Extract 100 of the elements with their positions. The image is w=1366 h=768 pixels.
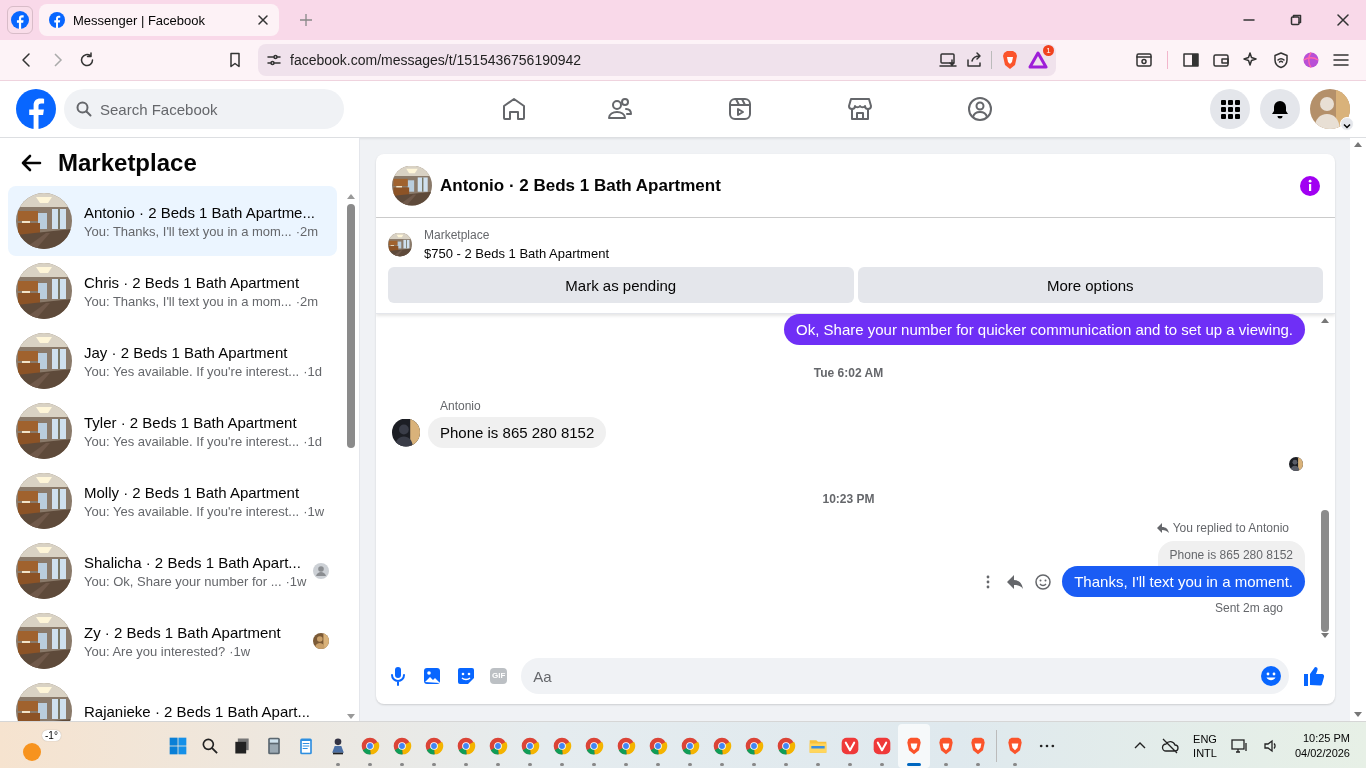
sender-name: Antonio bbox=[440, 399, 482, 413]
windows-icon[interactable] bbox=[168, 735, 188, 756]
chrome-icon[interactable] bbox=[456, 735, 476, 756]
video-icon[interactable] bbox=[726, 95, 754, 123]
sidebar-icon[interactable] bbox=[1182, 51, 1200, 69]
lion-shield-icon[interactable] bbox=[904, 735, 924, 756]
message-time: ·2m bbox=[295, 293, 319, 309]
cloud-off-icon[interactable] bbox=[1161, 736, 1180, 755]
message-field[interactable]: Aa bbox=[521, 658, 1289, 694]
url-text[interactable]: facebook.com/messages/t/1515436756190942 bbox=[290, 52, 931, 68]
message-time: ·2m bbox=[295, 223, 319, 239]
lion-shield-icon[interactable] bbox=[1005, 735, 1025, 756]
running-indicator bbox=[592, 762, 596, 766]
reader-icon[interactable] bbox=[1135, 51, 1153, 69]
chrome-icon[interactable] bbox=[648, 735, 668, 756]
shield-icon[interactable] bbox=[1272, 51, 1290, 69]
conversation-name: Jay · 2 Beds 1 Bath Apartment bbox=[84, 343, 289, 361]
facebook-logo-icon[interactable] bbox=[49, 12, 65, 28]
chrome-icon[interactable] bbox=[424, 735, 444, 756]
chrome-icon[interactable] bbox=[520, 735, 540, 756]
chrome-icon[interactable] bbox=[360, 735, 380, 756]
scroll-down-icon[interactable] bbox=[1353, 711, 1363, 719]
scrollbar-thumb[interactable] bbox=[347, 204, 355, 448]
smiley-icon[interactable] bbox=[1034, 572, 1053, 591]
running-indicator bbox=[1013, 762, 1017, 766]
scrollbar[interactable] bbox=[1350, 138, 1366, 721]
sticker-icon[interactable] bbox=[456, 666, 476, 686]
message-preview: You: Yes available. If you're interest... bbox=[84, 503, 300, 519]
timestamp: Tue 6:02 AM bbox=[813, 366, 884, 380]
conversation-item[interactable]: Zy · 2 Beds 1 Bath Apartment You: Are you interested? ·1w bbox=[8, 606, 337, 676]
home-icon[interactable] bbox=[500, 95, 528, 123]
vivaldi-icon[interactable] bbox=[872, 735, 892, 756]
apps-button[interactable] bbox=[1210, 89, 1250, 129]
menu-icon[interactable] bbox=[1332, 51, 1350, 69]
chrome-icon[interactable] bbox=[552, 735, 572, 756]
chrome-icon[interactable] bbox=[776, 735, 796, 756]
triangle-icon[interactable] bbox=[1028, 50, 1048, 70]
chrome-icon[interactable] bbox=[488, 735, 508, 756]
notifications-button[interactable] bbox=[1260, 89, 1300, 129]
running-indicator bbox=[656, 762, 660, 766]
network-icon[interactable] bbox=[1230, 736, 1249, 755]
reload-icon[interactable] bbox=[78, 51, 96, 69]
chrome-icon[interactable] bbox=[392, 735, 412, 756]
new-tab-icon[interactable] bbox=[299, 13, 313, 27]
running-indicator bbox=[848, 762, 852, 766]
scroll-up-icon[interactable] bbox=[346, 192, 356, 200]
lion-shield-icon[interactable] bbox=[1000, 50, 1020, 70]
conversation-item[interactable]: Shalicha · 2 Beds 1 Bath Apart... You: Ok, Share your number for ... ·1w bbox=[8, 536, 337, 606]
conversation-item[interactable]: Molly · 2 Beds 1 Bath Apartment You: Yes available. If you're interest... ·1w bbox=[8, 466, 337, 536]
lion-shield-icon[interactable] bbox=[936, 735, 956, 756]
install-icon[interactable] bbox=[939, 51, 957, 69]
running-indicator bbox=[560, 762, 564, 766]
back-arrow-icon[interactable] bbox=[20, 152, 42, 174]
language-indicator[interactable]: INTL bbox=[1193, 746, 1217, 759]
pinned-tab[interactable] bbox=[7, 6, 33, 34]
clock-time[interactable]: 10:25 PM bbox=[1302, 732, 1350, 744]
scroll-up-icon[interactable] bbox=[1320, 316, 1330, 324]
reply-note: You replied to Antonio bbox=[1172, 521, 1289, 535]
photo-icon[interactable] bbox=[422, 666, 442, 686]
info-icon[interactable] bbox=[1299, 174, 1321, 197]
scroll-up-icon[interactable] bbox=[1353, 140, 1363, 148]
wallet-icon[interactable] bbox=[1212, 51, 1230, 69]
vivaldi-icon[interactable] bbox=[840, 735, 860, 756]
account-menu-button[interactable] bbox=[1340, 117, 1354, 131]
scrollbar-thumb[interactable] bbox=[1321, 510, 1329, 632]
search-field[interactable]: Search Facebook bbox=[64, 89, 344, 129]
share-icon[interactable] bbox=[965, 51, 983, 69]
close-icon[interactable] bbox=[257, 14, 269, 26]
language-indicator[interactable]: ENG bbox=[1193, 732, 1217, 745]
emoji-icon[interactable] bbox=[1261, 666, 1281, 686]
message-preview: You: Are you interested? bbox=[84, 643, 226, 659]
lion-shield-icon[interactable] bbox=[968, 735, 988, 756]
facebook-logo-icon[interactable] bbox=[16, 89, 56, 129]
globe-icon[interactable] bbox=[1302, 51, 1320, 69]
browser-tab[interactable]: Messenger | Facebook bbox=[39, 4, 279, 36]
listing-button[interactable]: Mark as pending bbox=[388, 267, 854, 303]
message-bubble: Ok, Share your number for quicker communication and to set up a viewing. bbox=[784, 314, 1305, 345]
close-icon[interactable] bbox=[1336, 14, 1349, 26]
chrome-icon[interactable] bbox=[616, 735, 636, 756]
sparkle-icon[interactable] bbox=[1242, 51, 1260, 69]
running-indicator bbox=[624, 762, 628, 766]
facebook-logo-icon[interactable] bbox=[11, 11, 29, 29]
clock-date[interactable]: 04/02/2026 bbox=[1294, 747, 1350, 759]
conversation-item[interactable]: Tyler · 2 Beds 1 Bath Apartment You: Yes available. If you're interest... ·1d bbox=[8, 396, 337, 466]
conversation-name: Molly · 2 Beds 1 Bath Apartment bbox=[84, 483, 301, 501]
conversation-item[interactable]: Jay · 2 Beds 1 Bath Apartment You: Yes available. If you're interest... ·1d bbox=[8, 326, 337, 396]
chrome-icon[interactable] bbox=[712, 735, 732, 756]
conversation-item[interactable]: Chris · 2 Beds 1 Bath Apartment You: Thanks, I'll text you in a mom... ·2m bbox=[8, 256, 337, 326]
conversation-item[interactable]: Antonio · 2 Beds 1 Bath Apartme... You: Thanks, I'll text you in a mom... ·2m bbox=[8, 186, 337, 256]
chrome-icon[interactable] bbox=[744, 735, 764, 756]
thumbs-up-icon[interactable] bbox=[1303, 665, 1325, 687]
listing-button[interactable]: More options bbox=[857, 267, 1323, 303]
people-circle-icon[interactable] bbox=[966, 95, 994, 123]
restore-icon[interactable] bbox=[1289, 14, 1302, 26]
microphone-icon[interactable] bbox=[388, 666, 408, 686]
chrome-icon[interactable] bbox=[584, 735, 604, 756]
site-settings-icon[interactable] bbox=[266, 52, 282, 68]
chrome-icon[interactable] bbox=[680, 735, 700, 756]
seen-avatar-icon bbox=[313, 563, 329, 579]
shop-icon[interactable] bbox=[846, 95, 874, 123]
